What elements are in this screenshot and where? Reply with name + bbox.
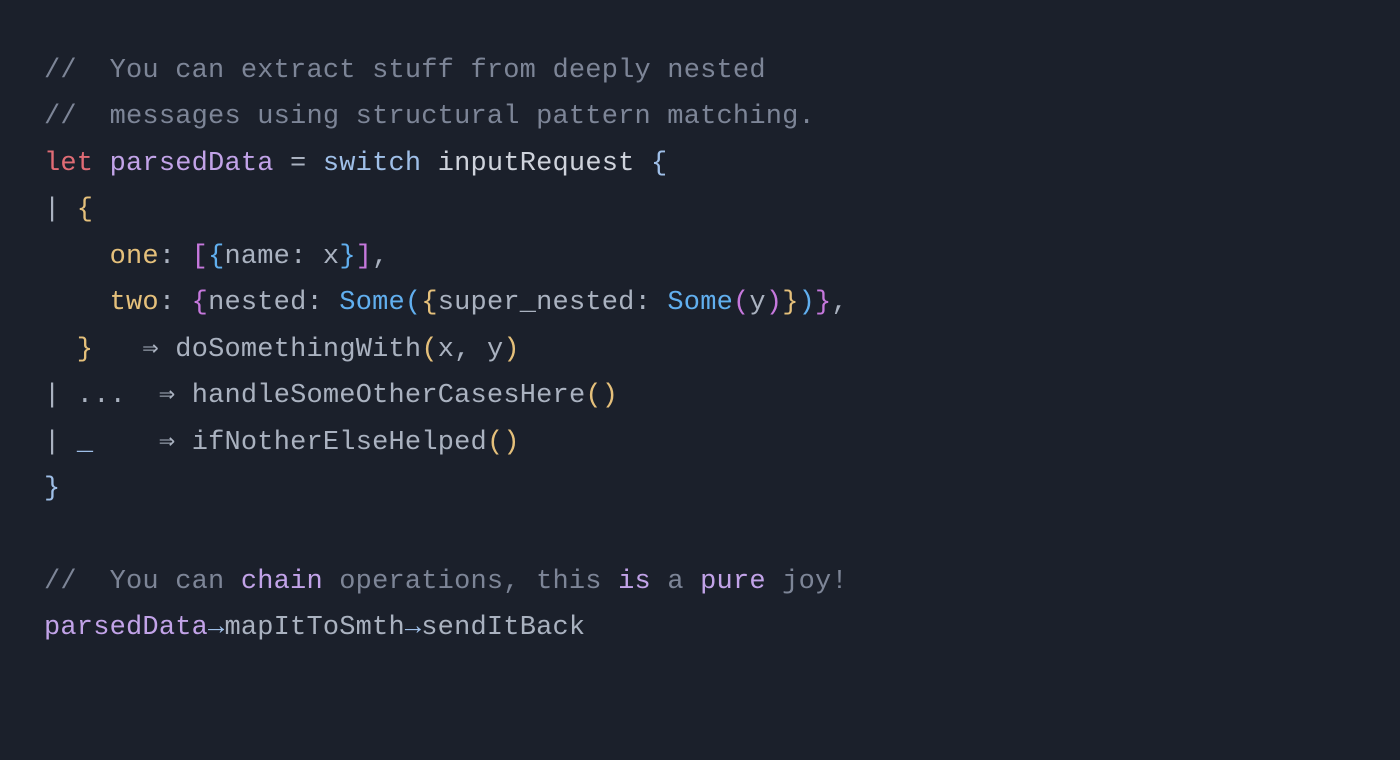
ident-parsedData-2: parsedData — [44, 613, 208, 643]
code-block: // You can extract stuff from deeply nes… — [0, 0, 1400, 700]
type-some-2: Some — [667, 288, 733, 318]
keyword-let: let — [44, 149, 93, 179]
key-one: one — [110, 242, 159, 272]
var-x: x — [323, 242, 339, 272]
key-name: name — [224, 242, 290, 272]
fn-doSomethingWith: doSomethingWith — [175, 335, 421, 365]
ident-inputRequest: inputRequest — [438, 149, 635, 179]
keyword-switch: switch — [323, 149, 421, 179]
comment-line-3: // You can chain operations, this is a p… — [44, 567, 848, 597]
ident-parsedData: parsedData — [110, 149, 274, 179]
wildcard: _ — [77, 428, 93, 458]
fn-ifNotherElseHelped: ifNotherElseHelped — [192, 428, 487, 458]
fn-mapItToSmth: mapItToSmth — [224, 613, 404, 643]
fn-handleSomeOtherCasesHere: handleSomeOtherCasesHere — [192, 381, 586, 411]
key-nested: nested — [208, 288, 306, 318]
var-y: y — [749, 288, 765, 318]
fn-sendItBack: sendItBack — [421, 613, 585, 643]
key-super-nested: super_nested — [438, 288, 635, 318]
comment-line-1: // You can extract stuff from deeply nes… — [44, 56, 766, 86]
comment-line-2: // messages using structural pattern mat… — [44, 102, 815, 132]
type-some-1: Some — [339, 288, 405, 318]
key-two: two — [110, 288, 159, 318]
